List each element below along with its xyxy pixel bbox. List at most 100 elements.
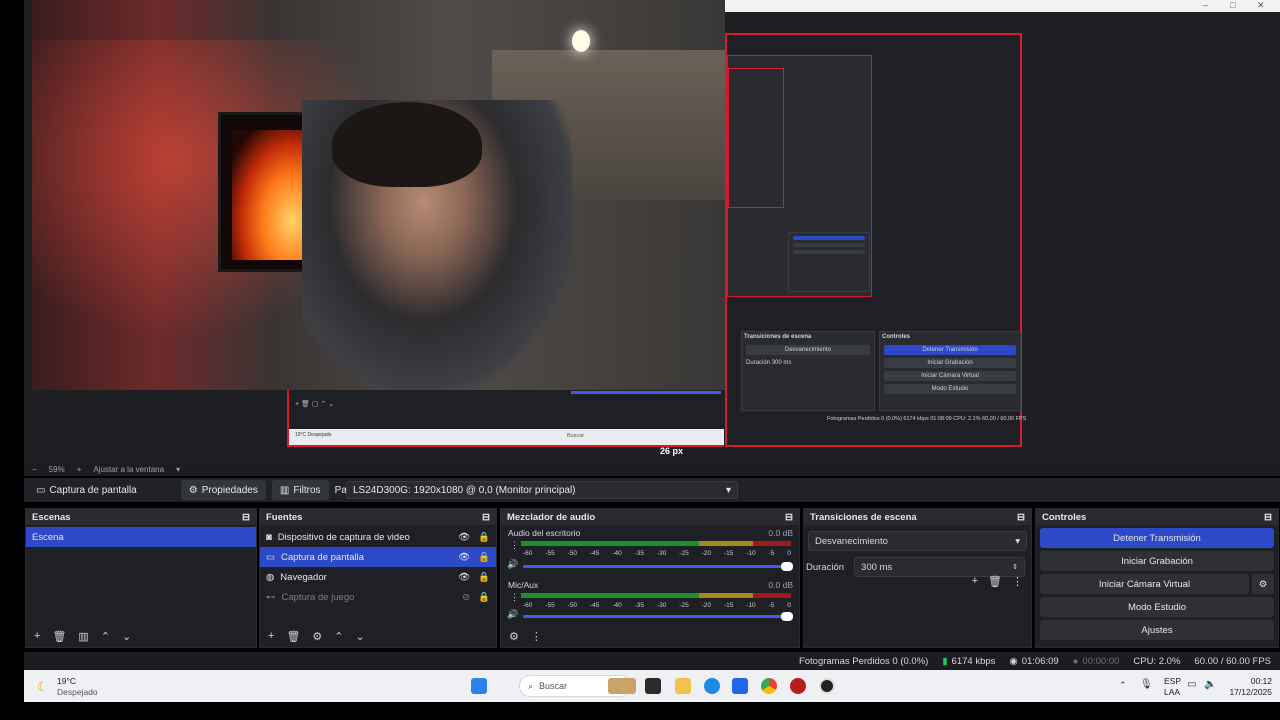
- chevron-down-icon: ▾: [725, 484, 731, 496]
- move-up-icon[interactable]: ⌃: [101, 630, 110, 643]
- eye-icon[interactable]: 👁: [458, 532, 470, 543]
- app-icon[interactable]: [790, 678, 806, 694]
- gear-icon[interactable]: ⚙: [312, 630, 322, 643]
- zoom-in-button[interactable]: +: [77, 465, 82, 474]
- add-icon[interactable]: +: [268, 630, 274, 642]
- minimize-icon[interactable]: –: [1203, 0, 1208, 10]
- source-item[interactable]: ◙ Dispositivo de captura de video 👁 🔒: [260, 527, 496, 547]
- more-vertical-icon[interactable]: ⋮: [510, 592, 519, 603]
- lock-icon[interactable]: 🔒: [478, 572, 490, 583]
- volume-slider-handle[interactable]: [781, 612, 793, 621]
- trash-icon[interactable]: 🗑: [988, 575, 1002, 588]
- edge-icon[interactable]: [704, 678, 720, 694]
- dock-menu-icon[interactable]: ⊟: [785, 512, 793, 523]
- fps-counter: 60.00 / 60.00 FPS: [1194, 655, 1271, 667]
- properties-button[interactable]: ⚙ Propiedades: [180, 480, 266, 500]
- chevron-down-icon: ▾: [1015, 535, 1020, 547]
- weather-temp[interactable]: 19°C: [57, 676, 76, 686]
- screen-capture-preview[interactable]: Transiciones de escena Desvanecimiento D…: [725, 33, 1026, 447]
- meter-ticks: -60 -55 -50 -45 -40 -35 -30 -25 -20 -15 -10 -5 0: [523, 550, 791, 557]
- volume-slider-handle[interactable]: [781, 562, 793, 571]
- more-vertical-icon[interactable]: ⋮: [510, 540, 519, 551]
- source-item[interactable]: ▭ Captura de pantalla 👁 🔒: [260, 547, 496, 567]
- weather-condition[interactable]: Despejado: [57, 687, 98, 697]
- lock-icon[interactable]: 🔒: [478, 592, 490, 603]
- nested-taskbar: 19°C Despejado Buscar: [289, 429, 724, 445]
- chevron-down-icon[interactable]: ▾: [176, 465, 180, 474]
- stop-stream-button[interactable]: Detener Transmisión: [1040, 528, 1274, 548]
- source-item[interactable]: ◍ Navegador 👁 🔒: [260, 567, 496, 587]
- speaker-icon[interactable]: 🔊: [507, 559, 518, 570]
- language-layout[interactable]: LAA: [1164, 687, 1180, 697]
- chrome-icon[interactable]: [761, 678, 777, 694]
- speaker-icon[interactable]: 🔊: [507, 609, 518, 620]
- network-icon[interactable]: ▭: [1187, 679, 1196, 690]
- screen-capture-preview-left[interactable]: + 🗑 ▢ ⌃ ⌄ 19°C Despejado Buscar: [287, 390, 724, 447]
- close-icon[interactable]: ✕: [1257, 0, 1265, 11]
- duration-spinbox[interactable]: 300 ms ⇕: [854, 557, 1025, 577]
- dock-menu-icon[interactable]: ⊟: [482, 512, 490, 523]
- add-icon[interactable]: +: [34, 630, 40, 642]
- terminal-icon[interactable]: [645, 678, 661, 694]
- chevron-up-icon[interactable]: ⌃: [1119, 680, 1127, 691]
- scene-item[interactable]: Escena: [26, 527, 256, 547]
- start-virtual-camera-button[interactable]: Iniciar Cámara Virtual: [1040, 574, 1249, 594]
- lock-icon[interactable]: 🔒: [478, 532, 490, 543]
- mixer-title: Mezclador de audio: [507, 511, 596, 523]
- filter-icon[interactable]: ▥: [78, 630, 88, 643]
- move-down-icon[interactable]: ⌄: [122, 630, 131, 643]
- windows-start-icon[interactable]: [471, 678, 487, 694]
- eye-icon[interactable]: 👁: [458, 552, 470, 563]
- advanced-audio-icon[interactable]: ⚙: [509, 630, 519, 643]
- clock-time[interactable]: 00:12: [1248, 676, 1272, 686]
- language-code[interactable]: ESP: [1164, 676, 1181, 686]
- zoom-bar: − 59% + Ajustar a la ventana ▾: [24, 462, 1280, 476]
- duration-row: Duración 300 ms ⇕: [804, 557, 1031, 577]
- filters-label: Filtros: [293, 484, 321, 496]
- move-down-icon[interactable]: ⌄: [356, 630, 365, 643]
- store-icon[interactable]: [732, 678, 748, 694]
- studio-mode-button[interactable]: Modo Estudio: [1040, 597, 1274, 617]
- folder-icon[interactable]: [675, 678, 691, 694]
- bitrate-indicator: ▮ 6174 kbps: [942, 656, 995, 667]
- eye-hidden-icon[interactable]: ⊘: [462, 592, 470, 603]
- dock-menu-icon[interactable]: ⊟: [1017, 512, 1025, 523]
- channel-name: Audio del escritorio: [508, 528, 581, 538]
- spin-arrows-icon[interactable]: ⇕: [1012, 563, 1018, 571]
- trash-icon[interactable]: 🗑: [286, 630, 300, 643]
- trash-icon[interactable]: 🗑: [52, 630, 66, 643]
- display-select[interactable]: LS24D300G: 1920x1080 @ 0,0 (Monitor prin…: [346, 481, 738, 499]
- start-record-button[interactable]: Iniciar Grabación: [1040, 551, 1274, 571]
- volume-slider[interactable]: [523, 562, 793, 571]
- obs-icon[interactable]: [819, 678, 835, 694]
- mixer-channel-desktop: Audio del escritorio 0.0 dB ⋮ -60 -55 -50-…: [501, 525, 799, 577]
- weather-icon[interactable]: ☾: [37, 679, 49, 695]
- source-item[interactable]: ⊷ Captura de juego ⊘ 🔒: [260, 587, 496, 607]
- search-highlight-icon[interactable]: [608, 678, 636, 694]
- meter-ticks: -60 -55 -50 -45 -40 -35 -30 -25 -20 -15 -10 -5 0: [523, 602, 791, 609]
- volume-meter: [521, 593, 791, 598]
- clock-date[interactable]: 17/12/2025: [1226, 687, 1272, 697]
- webcam-feed: [32, 0, 725, 390]
- more-vertical-icon[interactable]: ⋮: [531, 630, 542, 643]
- more-vertical-icon[interactable]: ⋮: [1012, 575, 1023, 588]
- maximize-icon[interactable]: □: [1230, 0, 1235, 10]
- settings-button[interactable]: Ajustes: [1040, 620, 1274, 640]
- transition-select[interactable]: Desvanecimiento ▾: [808, 531, 1027, 551]
- dock-menu-icon[interactable]: ⊟: [242, 512, 250, 523]
- volume-icon[interactable]: 🔈: [1204, 679, 1216, 690]
- gear-icon[interactable]: ⚙: [1252, 574, 1274, 594]
- fit-window-button[interactable]: Ajustar a la ventana: [93, 465, 164, 474]
- filters-button[interactable]: ▥ Filtros: [271, 480, 329, 500]
- source-label: Dispositivo de captura de video: [277, 531, 410, 543]
- volume-slider[interactable]: [523, 612, 793, 621]
- lock-icon[interactable]: 🔒: [478, 552, 490, 563]
- zoom-out-button[interactable]: −: [32, 465, 37, 474]
- selected-source: ▭ Captura de pantalla: [28, 480, 145, 500]
- microphone-icon[interactable]: 🎙: [1140, 679, 1153, 690]
- transition-toolbar: + 🗑 ⋮: [972, 575, 1023, 588]
- eye-icon[interactable]: 👁: [458, 572, 470, 583]
- add-icon[interactable]: +: [972, 575, 978, 588]
- dock-menu-icon[interactable]: ⊟: [1264, 512, 1272, 523]
- move-up-icon[interactable]: ⌃: [334, 630, 343, 643]
